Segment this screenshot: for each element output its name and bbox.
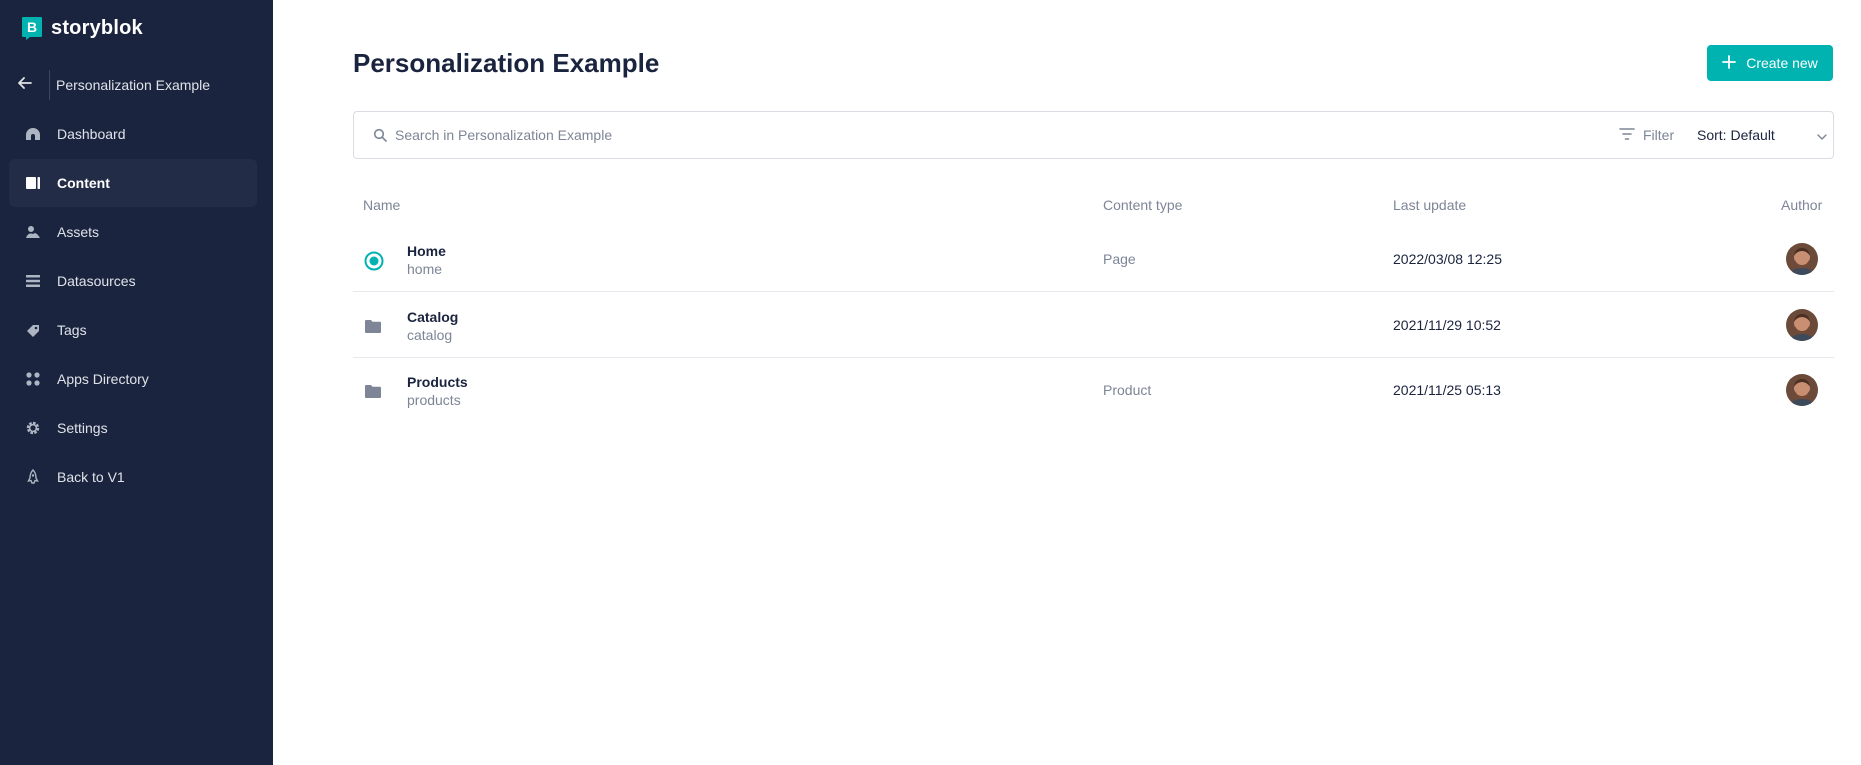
sidebar-item-content[interactable]: Content xyxy=(9,159,257,207)
sidebar-item-label: Content xyxy=(57,175,110,191)
folder-icon xyxy=(364,317,382,335)
table-row[interactable]: Home home Page 2022/03/08 12:25 xyxy=(353,227,1834,292)
create-new-label: Create new xyxy=(1746,55,1818,71)
sidebar-item-settings[interactable]: Settings xyxy=(9,404,257,452)
row-slug: catalog xyxy=(407,327,453,343)
table-row[interactable]: Catalog catalog 2021/11/29 10:52 xyxy=(353,293,1834,358)
row-title[interactable]: Catalog xyxy=(407,309,458,325)
search-input[interactable] xyxy=(395,127,1545,143)
sidebar-item-back-to-v1[interactable]: Back to V1 xyxy=(9,453,257,501)
sidebar-item-label: Datasources xyxy=(57,273,136,289)
sort-dropdown[interactable]: Sort: Default xyxy=(1697,112,1827,158)
logo[interactable]: B storyblok xyxy=(21,16,143,40)
sidebar-nav: Dashboard Content Assets Datasources Tag… xyxy=(9,110,257,502)
sort-label: Sort: Default xyxy=(1697,127,1775,143)
row-last-update: 2021/11/25 05:13 xyxy=(1393,382,1501,398)
space-switcher: Personalization Example xyxy=(0,70,273,100)
sidebar-item-label: Back to V1 xyxy=(57,469,125,485)
chevron-down-icon xyxy=(1817,127,1827,143)
sidebar-item-label: Apps Directory xyxy=(57,371,149,387)
page-title: Personalization Example xyxy=(353,48,660,78)
sidebar-item-label: Dashboard xyxy=(57,126,126,142)
sidebar-item-datasources[interactable]: Datasources xyxy=(9,257,257,305)
svg-text:B: B xyxy=(27,19,37,35)
assets-icon xyxy=(24,223,42,241)
rocket-icon xyxy=(24,468,42,486)
sidebar-item-tags[interactable]: Tags xyxy=(9,306,257,354)
gear-icon xyxy=(24,419,42,437)
row-slug: home xyxy=(407,261,443,277)
back-button[interactable] xyxy=(0,70,50,100)
plus-icon xyxy=(1722,54,1737,72)
filter-label: Filter xyxy=(1643,127,1675,143)
arrow-left-icon xyxy=(17,76,32,94)
tag-icon xyxy=(24,321,42,339)
row-title[interactable]: Products xyxy=(407,374,468,390)
author-avatar[interactable] xyxy=(1786,243,1818,275)
sidebar: B storyblok Personalization Example Dash… xyxy=(0,0,273,765)
row-last-update: 2022/03/08 12:25 xyxy=(1393,251,1502,267)
storyblok-logo-icon: B xyxy=(21,16,43,40)
brand-name: storyblok xyxy=(51,16,143,39)
row-last-update: 2021/11/29 10:52 xyxy=(1393,317,1501,333)
row-title[interactable]: Home xyxy=(407,243,446,259)
row-content-type: Page xyxy=(1103,251,1136,267)
column-header-last-update[interactable]: Last update xyxy=(1393,197,1466,213)
dashboard-icon xyxy=(24,125,42,143)
folder-icon xyxy=(364,382,382,400)
sidebar-item-assets[interactable]: Assets xyxy=(9,208,257,256)
sidebar-item-dashboard[interactable]: Dashboard xyxy=(9,110,257,158)
column-header-name[interactable]: Name xyxy=(363,197,400,213)
datasources-icon xyxy=(24,272,42,290)
column-header-content-type[interactable]: Content type xyxy=(1103,197,1182,213)
sidebar-item-label: Assets xyxy=(57,224,100,240)
sidebar-item-label: Settings xyxy=(57,420,108,436)
search-icon xyxy=(373,128,387,142)
filter-button[interactable]: Filter xyxy=(1619,112,1674,158)
table-row[interactable]: Products products Product 2021/11/25 05:… xyxy=(353,358,1834,423)
filter-icon xyxy=(1619,127,1635,143)
row-slug: products xyxy=(407,392,461,408)
search-bar: Filter Sort: Default xyxy=(353,111,1834,159)
author-avatar[interactable] xyxy=(1786,309,1818,341)
sidebar-item-apps-directory[interactable]: Apps Directory xyxy=(9,355,257,403)
content-icon xyxy=(24,174,42,192)
author-avatar[interactable] xyxy=(1786,374,1818,406)
column-header-author: Author xyxy=(1781,197,1823,213)
row-content-type: Product xyxy=(1103,382,1152,398)
space-name: Personalization Example xyxy=(56,77,211,93)
apps-icon xyxy=(24,370,42,388)
sidebar-item-label: Tags xyxy=(57,322,87,338)
story-icon xyxy=(364,251,384,271)
create-new-button[interactable]: Create new xyxy=(1707,45,1833,81)
